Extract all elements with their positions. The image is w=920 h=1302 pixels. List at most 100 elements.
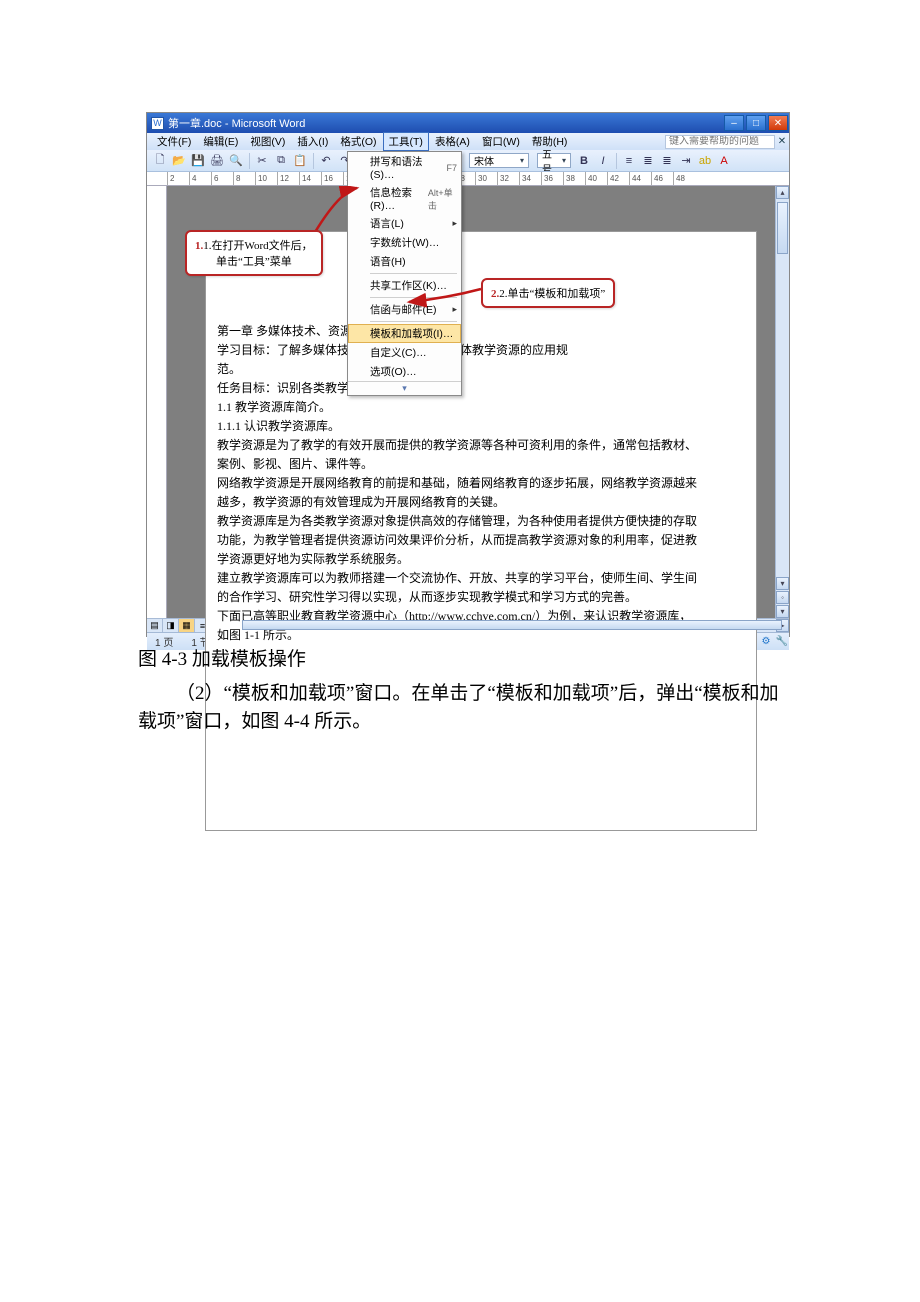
scroll-down-icon[interactable]: ▾ (776, 577, 789, 590)
doc-line: 教学资源是为了教学的有效开展而提供的教学资源等各种可资利用的条件，通常包括教材、 (217, 436, 747, 455)
menu-edit[interactable]: 编辑(E) (197, 132, 244, 151)
horizontal-ruler: 2468 10121416 18202224 26283032 34363840… (147, 172, 789, 186)
callout-1-num: 1. (195, 240, 203, 252)
menu-divider (370, 273, 457, 274)
minimize-button[interactable]: ‒ (724, 115, 744, 131)
menu-customize[interactable]: 自定义(C)… (348, 343, 461, 362)
save-icon[interactable]: 💾 (189, 152, 207, 170)
menu-research[interactable]: 信息检索(R)… Alt+单击 (348, 183, 461, 214)
new-doc-icon[interactable]: 🗋 (151, 152, 169, 170)
menu-spelling[interactable]: 拼写和语法(S)… F7 (348, 152, 461, 183)
indent-icon[interactable]: ⇥ (677, 152, 695, 170)
close-button[interactable]: ✕ (768, 115, 788, 131)
maximize-button[interactable]: □ (746, 115, 766, 131)
vertical-ruler (147, 186, 167, 618)
align-left-icon[interactable]: ≡ (620, 152, 638, 170)
menu-options[interactable]: 选项(O)… (348, 362, 461, 381)
tools-dropdown: 拼写和语法(S)… F7 信息检索(R)… Alt+单击 语言(L) 字数统计(… (347, 151, 462, 396)
doc-line: 学习目标：了解多媒体技 的分类、特点，多媒体教学资源的应用规 (217, 341, 747, 360)
font-select[interactable]: 宋体▾ (469, 153, 529, 168)
menu-help[interactable]: 帮助(H) (526, 132, 574, 151)
menu-item-label: 字数统计(W)… (370, 235, 439, 250)
menu-shared-workspace[interactable]: 共享工作区(K)… (348, 276, 461, 295)
menu-item-label: 语言(L) (370, 216, 404, 231)
menu-item-label: 选项(O)… (370, 364, 417, 379)
menu-item-label: 拼写和语法(S)… (370, 154, 446, 181)
font-size-select[interactable]: 五号▾ (537, 153, 571, 168)
menu-divider (370, 297, 457, 298)
doc-line: 第一章 多媒体技术、资源 (217, 322, 747, 341)
copy-icon[interactable]: ⧉ (272, 152, 290, 170)
preview-icon[interactable]: 🔍 (227, 152, 245, 170)
doc-line: 1.1 教学资源库简介。 (217, 398, 747, 417)
menu-expand-icon[interactable]: ▾ (348, 381, 461, 395)
doc-line: 案例、影视、图片、课件等。 (217, 455, 747, 474)
menu-templates-addins[interactable]: 模板和加载项(I)… (348, 324, 461, 343)
menu-item-shortcut: Alt+单击 (428, 186, 457, 212)
vertical-scrollbar[interactable]: ▴ ▾ ◦ ▾ (775, 186, 789, 618)
help-search-input[interactable] (665, 135, 775, 149)
font-size-value: 五号 (542, 150, 558, 172)
menu-item-shortcut: F7 (446, 163, 457, 173)
menu-file[interactable]: 文件(F) (151, 132, 197, 151)
horizontal-scrollbar[interactable]: ▤ ◨ ▦ ≡ ▭ ◂ ▸ (147, 618, 789, 632)
menu-table[interactable]: 表格(A) (429, 132, 476, 151)
titlebar: W 第一章.doc - Microsoft Word ‒ □ ✕ (147, 113, 789, 133)
menu-item-label: 共享工作区(K)… (370, 278, 447, 293)
open-icon[interactable]: 📂 (170, 152, 188, 170)
view-normal-icon[interactable]: ▤ (147, 619, 163, 632)
hscroll-thumb[interactable] (242, 620, 782, 630)
menu-item-label: 信息检索(R)… (370, 185, 428, 212)
bullets-icon[interactable]: ≣ (658, 152, 676, 170)
doc-line: 功能，为教学管理者提供资源访问效果评价分析，从而提高教学资源对象的利用率，促进教 (217, 531, 747, 550)
doc-line: 任务目标：识别各类教学媒体。 (217, 379, 747, 398)
window-title: 第一章.doc - Microsoft Word (168, 115, 305, 131)
menu-format[interactable]: 格式(O) (334, 132, 382, 151)
callout-1-text-a: 1.在打开Word文件后， (203, 240, 312, 252)
italic-button[interactable]: I (594, 152, 612, 170)
menu-insert[interactable]: 插入(I) (291, 132, 334, 151)
doc-line: 范。 (217, 360, 747, 379)
callout-2-text: 2.单击“模板和加载项” (499, 288, 605, 300)
menu-item-label: 信函与邮件(E) (370, 302, 437, 317)
highlight-icon[interactable]: ab (696, 152, 714, 170)
doc-line: 1.1.1 认识教学资源库。 (217, 417, 747, 436)
instruction-paragraph: （2）“模板和加载项”窗口。在单击了“模板和加载项”后，弹出“模板和加载项”窗口… (138, 680, 782, 736)
print-icon[interactable]: 🖨 (208, 152, 226, 170)
menu-item-label: 模板和加载项(I)… (370, 326, 453, 341)
next-page-icon[interactable]: ▾ (776, 605, 789, 618)
word-window: W 第一章.doc - Microsoft Word ‒ □ ✕ 文件(F) 编… (146, 112, 790, 637)
menu-word-count[interactable]: 字数统计(W)… (348, 233, 461, 252)
doc-line: 教学资源库是为各类教学资源对象提供高效的存储管理，为各种使用者提供方便快捷的存取 (217, 512, 747, 531)
doc-line: 学资源更好地为实际教学系统服务。 (217, 550, 747, 569)
callout-2-num: 2. (491, 288, 499, 300)
formatting-toolbar: 正文▾ 宋体▾ 五号▾ B I ≡ ≣ ≣ ⇥ ab A (415, 152, 734, 170)
callout-1-text-b: 单击“工具”菜单 (195, 253, 313, 269)
doc-line: 建立教学资源库可以为教师搭建一个交流协作、开放、共享的学习平台，使师生间、学生间 (217, 569, 747, 588)
cut-icon[interactable]: ✂ (253, 152, 271, 170)
font-value: 宋体 (474, 153, 494, 168)
document-body: 第一章 多媒体技术、资源 学习目标：了解多媒体技 的分类、特点，多媒体教学资源的… (217, 322, 747, 645)
menu-letters-mail[interactable]: 信函与邮件(E) (348, 300, 461, 319)
menu-window[interactable]: 窗口(W) (476, 132, 526, 151)
menu-speech[interactable]: 语音(H) (348, 252, 461, 271)
bold-button[interactable]: B (575, 152, 593, 170)
menu-language[interactable]: 语言(L) (348, 214, 461, 233)
view-web-icon[interactable]: ◨ (163, 619, 179, 632)
prev-page-icon[interactable]: ◦ (776, 591, 789, 604)
font-color-icon[interactable]: A (715, 152, 733, 170)
document-area: 第一章 多媒体技术、资源 学习目标：了解多媒体技 的分类、特点，多媒体教学资源的… (147, 186, 789, 618)
doc-line: 网络教学资源是开展网络教育的前提和基础，随着网络教育的逐步拓展，网络教学资源越来 (217, 474, 747, 493)
menubar: 文件(F) 编辑(E) 视图(V) 插入(I) 格式(O) 工具(T) 表格(A… (147, 133, 789, 150)
word-doc-icon: W (151, 117, 164, 130)
scroll-up-icon[interactable]: ▴ (776, 186, 789, 199)
undo-icon[interactable]: ↶ (317, 152, 335, 170)
vscroll-thumb[interactable] (777, 202, 788, 254)
doc-close-icon[interactable]: ✕ (778, 136, 786, 147)
standard-toolbar: 🗋 📂 💾 🖨 🔍 ✂ ⧉ 📋 ↶ ↷ 100%▾ 正文▾ 宋体▾ 五号▾ B (147, 150, 789, 172)
paste-icon[interactable]: 📋 (291, 152, 309, 170)
menu-tools[interactable]: 工具(T) (383, 132, 429, 151)
numbering-icon[interactable]: ≣ (639, 152, 657, 170)
menu-view[interactable]: 视图(V) (244, 132, 291, 151)
view-print-layout-icon[interactable]: ▦ (179, 619, 195, 632)
